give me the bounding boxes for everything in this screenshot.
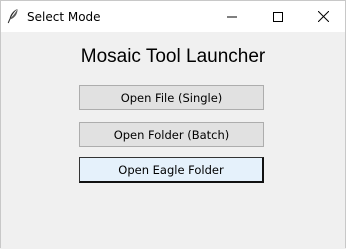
minimize-button[interactable]: [209, 1, 255, 32]
close-icon: [317, 11, 329, 22]
button-label: Open Folder (Batch): [113, 127, 230, 142]
app-window: Select Mode Mosaic Tool Launcher Open Fi…: [0, 0, 346, 249]
feather-icon: [6, 8, 20, 24]
maximize-button[interactable]: [255, 1, 301, 32]
content-area: Mosaic Tool Launcher Open File (Single) …: [1, 32, 345, 249]
close-button[interactable]: [300, 1, 346, 32]
maximize-icon: [273, 11, 283, 22]
minimize-icon: [227, 12, 237, 22]
button-label: Open Eagle Folder: [118, 162, 224, 177]
window-title: Select Mode: [27, 10, 101, 24]
open-eagle-folder-button[interactable]: Open Eagle Folder: [79, 157, 264, 183]
page-title: Mosaic Tool Launcher: [80, 46, 266, 67]
open-file-single-button[interactable]: Open File (Single): [79, 85, 264, 110]
title-bar[interactable]: Select Mode: [1, 1, 345, 32]
open-folder-batch-button[interactable]: Open Folder (Batch): [79, 122, 264, 147]
button-label: Open File (Single): [120, 90, 223, 105]
